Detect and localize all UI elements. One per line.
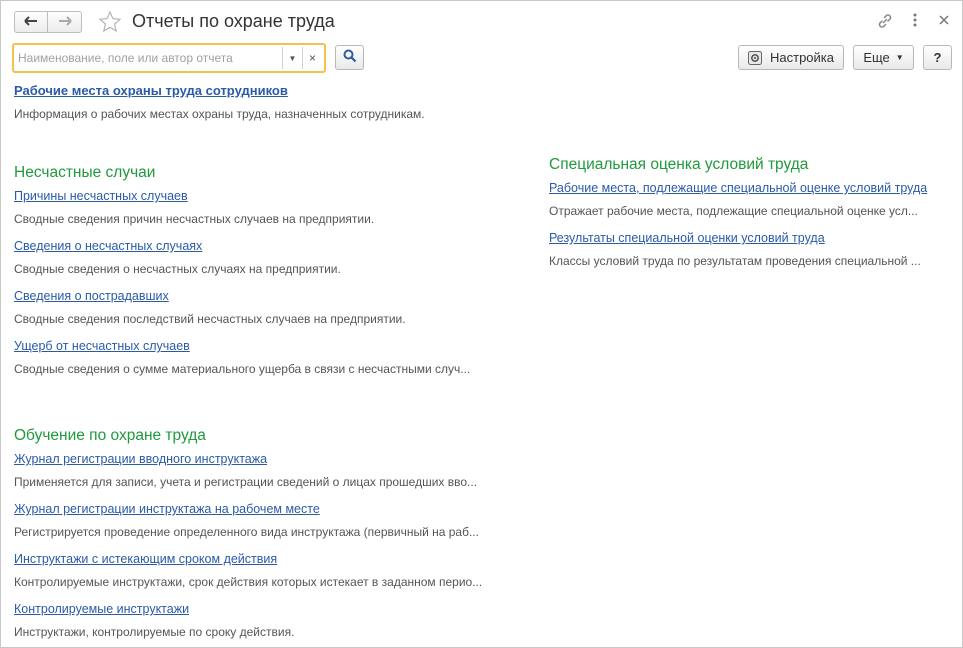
report-link[interactable]: Причины несчастных случаев [14, 189, 188, 203]
report-desc: Информация о рабочих местах охраны труда… [14, 107, 425, 121]
report-link[interactable]: Сведения о несчастных случаях [14, 239, 202, 253]
report-desc: Сводные сведения последствий несчастных … [14, 312, 406, 326]
report-link[interactable]: Журнал регистрации вводного инструктажа [14, 452, 267, 466]
report-desc: Классы условий труда по результатам пров… [549, 254, 921, 268]
report-link[interactable]: Контролируемые инструктажи [14, 602, 189, 616]
search-button[interactable] [335, 45, 364, 70]
search-input[interactable] [18, 49, 280, 67]
search-field: ▼ × [12, 43, 326, 73]
chevron-down-icon: ▼ [895, 53, 904, 62]
report-link[interactable]: Инструктажи с истекающим сроком действия [14, 552, 277, 566]
report-desc: Сводные сведения причин несчастных случа… [14, 212, 375, 226]
search-clear-button[interactable]: × [302, 47, 322, 69]
more-vertical-icon[interactable] [910, 12, 920, 32]
settings-label: Настройка [770, 50, 834, 65]
favorite-star-icon[interactable] [98, 10, 122, 34]
settings-button[interactable]: Настройка [738, 45, 844, 70]
report-desc: Сводные сведения о несчастных случаях на… [14, 262, 341, 276]
more-label: Еще [863, 50, 890, 65]
report-desc: Регистрируется проведение определенного … [14, 525, 479, 539]
section-title-training: Обучение по охране труда [14, 427, 206, 444]
section-title-accidents: Несчастные случаи [14, 164, 156, 181]
search-dropdown-button[interactable]: ▼ [282, 47, 302, 69]
clear-icon: × [308, 51, 316, 65]
more-button[interactable]: Еще ▼ [853, 45, 914, 70]
arrow-left-icon [24, 13, 38, 31]
close-icon[interactable] [938, 13, 950, 30]
report-link[interactable]: Результаты специальной оценки условий тр… [549, 231, 825, 245]
chevron-down-icon: ▼ [288, 53, 297, 63]
report-link[interactable]: Ущерб от несчастных случаев [14, 339, 190, 353]
help-button[interactable]: ? [923, 45, 952, 70]
search-icon [343, 49, 357, 66]
report-desc: Применяется для записи, учета и регистра… [14, 475, 478, 489]
link-icon[interactable] [876, 12, 894, 34]
report-desc: Инструктажи, контролируемые по сроку дей… [14, 625, 295, 639]
report-desc: Контролируемые инструктажи, срок действи… [14, 575, 483, 589]
arrow-right-icon [58, 13, 72, 31]
report-link[interactable]: Рабочие места, подлежащие специальной оц… [549, 181, 927, 195]
forward-button[interactable] [48, 11, 82, 33]
report-desc: Отражает рабочие места, подлежащие специ… [549, 204, 918, 218]
report-desc: Сводные сведения о сумме материального у… [14, 362, 471, 376]
report-link[interactable]: Сведения о пострадавших [14, 289, 169, 303]
back-button[interactable] [14, 11, 48, 33]
page-title: Отчеты по охране труда [132, 11, 335, 31]
settings-icon [748, 50, 762, 65]
section-title-assessment: Специальная оценка условий труда [549, 156, 809, 173]
help-label: ? [933, 50, 942, 65]
report-link[interactable]: Журнал регистрации инструктажа на рабоче… [14, 502, 320, 516]
report-link-workplaces[interactable]: Рабочие места охраны труда сотрудников [14, 83, 288, 98]
